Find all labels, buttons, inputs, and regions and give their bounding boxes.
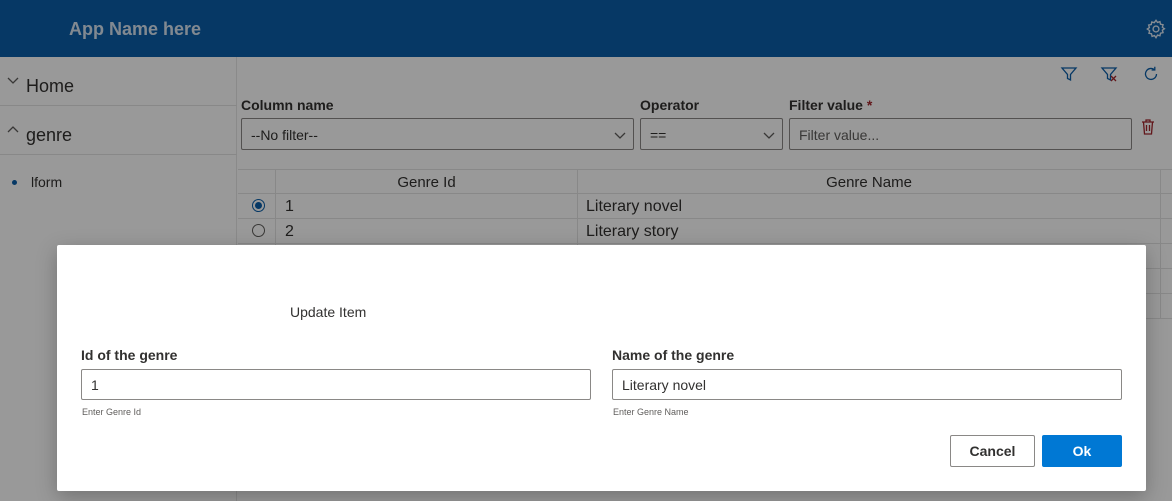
genre-id-label: Id of the genre bbox=[81, 347, 178, 363]
genre-id-help: Enter Genre Id bbox=[82, 407, 142, 417]
cancel-button[interactable]: Cancel bbox=[950, 435, 1035, 467]
dialog-title: Update Item bbox=[290, 304, 367, 320]
genre-name-label: Name of the genre bbox=[612, 347, 735, 363]
genre-id-value: 1 bbox=[91, 377, 99, 393]
ok-button[interactable]: Ok bbox=[1042, 435, 1122, 467]
genre-id-field[interactable]: 1 bbox=[81, 369, 591, 400]
genre-name-value: Literary novel bbox=[622, 377, 707, 393]
genre-name-field[interactable]: Literary novel bbox=[612, 369, 1122, 400]
update-item-dialog: Update Item Id of the genre 1 Enter Genr… bbox=[57, 245, 1146, 491]
genre-name-help: Enter Genre Name bbox=[613, 407, 689, 417]
